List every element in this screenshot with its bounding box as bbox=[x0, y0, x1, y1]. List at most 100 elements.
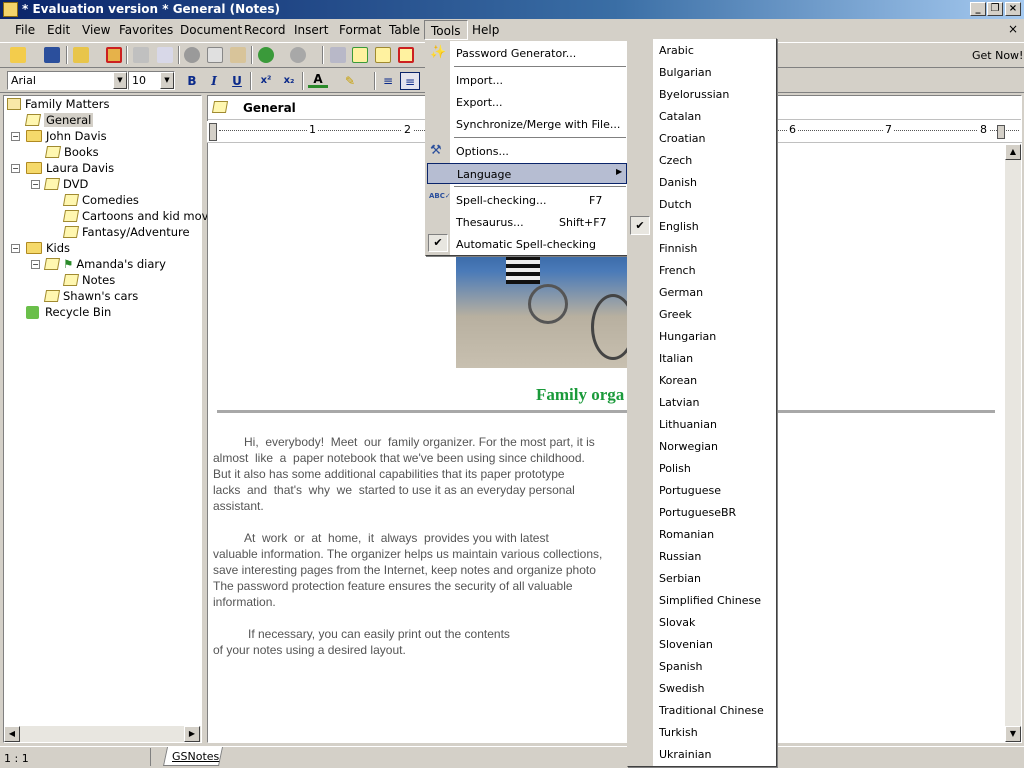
menu-edit[interactable]: Edit bbox=[47, 23, 70, 37]
tree-item-dvd[interactable]: DVD bbox=[43, 177, 88, 191]
language-item-croatian[interactable]: Croatian bbox=[659, 132, 706, 145]
save-icon[interactable] bbox=[44, 47, 60, 63]
language-item-polish[interactable]: Polish bbox=[659, 462, 691, 475]
language-item-dutch[interactable]: Dutch bbox=[659, 198, 692, 211]
underline-icon[interactable]: U bbox=[227, 72, 247, 90]
menu-record[interactable]: Record bbox=[244, 23, 285, 37]
language-item-turkish[interactable]: Turkish bbox=[659, 726, 698, 739]
language-item-catalan[interactable]: Catalan bbox=[659, 110, 701, 123]
language-item-norwegian[interactable]: Norwegian bbox=[659, 440, 718, 453]
menu-file[interactable]: File bbox=[15, 23, 35, 37]
language-item-french[interactable]: French bbox=[659, 264, 696, 277]
language-item-german[interactable]: German bbox=[659, 286, 703, 299]
restore-button[interactable]: ❐ bbox=[987, 2, 1003, 16]
language-item-traditional-chinese[interactable]: Traditional Chinese bbox=[659, 704, 764, 717]
menu-help[interactable]: Help bbox=[472, 23, 499, 37]
highlight-icon[interactable]: ✎ bbox=[340, 72, 360, 90]
tree-item-amandas-diary[interactable]: ⚑ Amanda's diary bbox=[43, 257, 166, 271]
language-item-greek[interactable]: Greek bbox=[659, 308, 692, 321]
close-button[interactable]: × bbox=[1005, 2, 1021, 16]
scroll-down-icon[interactable]: ▼ bbox=[1005, 726, 1021, 742]
tree-item-kids[interactable]: Kids bbox=[26, 241, 70, 255]
print-preview-icon[interactable] bbox=[157, 47, 173, 63]
paste-icon[interactable] bbox=[230, 47, 246, 63]
delete-folder-icon[interactable] bbox=[106, 47, 122, 63]
menu-item-password-generator[interactable]: Password Generator... bbox=[456, 47, 576, 60]
language-item-english[interactable]: English bbox=[659, 220, 699, 233]
indent-marker[interactable] bbox=[209, 123, 217, 141]
align-center-icon[interactable]: ≡ bbox=[400, 72, 420, 90]
tree-item-cartoons[interactable]: Cartoons and kid movies bbox=[62, 209, 225, 223]
size-dropdown-icon[interactable]: ▼ bbox=[160, 72, 174, 89]
menu-table[interactable]: Table bbox=[389, 23, 420, 37]
italic-icon[interactable]: I bbox=[204, 72, 224, 90]
menu-item-export[interactable]: Export... bbox=[456, 96, 503, 109]
font-size-combo[interactable]: 10 ▼ bbox=[128, 71, 175, 90]
copy-icon[interactable] bbox=[207, 47, 223, 63]
collapse-icon[interactable]: − bbox=[11, 164, 20, 173]
language-item-arabic[interactable]: Arabic bbox=[659, 44, 694, 57]
language-item-finnish[interactable]: Finnish bbox=[659, 242, 697, 255]
menu-tools[interactable]: Tools bbox=[424, 20, 468, 40]
edit-note-icon[interactable] bbox=[375, 47, 391, 63]
new-folder-icon[interactable] bbox=[73, 47, 89, 63]
language-item-ukrainian[interactable]: Ukrainian bbox=[659, 748, 711, 761]
font-combo[interactable]: Arial ▼ bbox=[7, 71, 128, 90]
open-icon[interactable] bbox=[10, 47, 26, 63]
tree-item-laura-davis[interactable]: Laura Davis bbox=[26, 161, 114, 175]
menu-insert[interactable]: Insert bbox=[294, 23, 328, 37]
language-item-czech[interactable]: Czech bbox=[659, 154, 692, 167]
minimize-button[interactable]: _ bbox=[970, 2, 986, 16]
menu-item-language[interactable]: Language ▶ bbox=[427, 163, 627, 184]
language-item-slovenian[interactable]: Slovenian bbox=[659, 638, 713, 651]
superscript-icon[interactable]: x² bbox=[256, 72, 276, 90]
menu-item-options[interactable]: Options... bbox=[456, 145, 509, 158]
new-note-icon[interactable] bbox=[352, 47, 368, 63]
forward-icon[interactable] bbox=[290, 47, 306, 63]
menu-item-thesaurus[interactable]: Thesaurus... bbox=[456, 216, 524, 229]
app-icon[interactable] bbox=[3, 2, 18, 17]
language-item-serbian[interactable]: Serbian bbox=[659, 572, 701, 585]
font-color-icon[interactable]: A bbox=[308, 72, 328, 88]
language-item-bulgarian[interactable]: Bulgarian bbox=[659, 66, 712, 79]
language-item-spanish[interactable]: Spanish bbox=[659, 660, 702, 673]
menu-view[interactable]: View bbox=[82, 23, 110, 37]
tree-item-comedies[interactable]: Comedies bbox=[62, 193, 139, 207]
language-item-latvian[interactable]: Latvian bbox=[659, 396, 699, 409]
print-icon[interactable] bbox=[133, 47, 149, 63]
language-item-russian[interactable]: Russian bbox=[659, 550, 701, 563]
tree-item-shawns-cars[interactable]: Shawn's cars bbox=[43, 289, 138, 303]
tree-item-john-davis[interactable]: John Davis bbox=[26, 129, 107, 143]
right-margin-marker[interactable] bbox=[997, 125, 1005, 139]
subscript-icon[interactable]: x₂ bbox=[279, 72, 299, 90]
language-item-danish[interactable]: Danish bbox=[659, 176, 697, 189]
language-item-portuguese[interactable]: Portuguese bbox=[659, 484, 721, 497]
bold-icon[interactable]: B bbox=[182, 72, 202, 90]
language-item-portuguesebr[interactable]: PortugueseBR bbox=[659, 506, 736, 519]
tree-item-books[interactable]: Books bbox=[44, 145, 99, 159]
menu-item-import[interactable]: Import... bbox=[456, 74, 503, 87]
language-item-simplified-chinese[interactable]: Simplified Chinese bbox=[659, 594, 761, 607]
language-item-korean[interactable]: Korean bbox=[659, 374, 697, 387]
collapse-icon[interactable]: − bbox=[11, 244, 20, 253]
cut-icon[interactable] bbox=[184, 47, 200, 63]
scroll-left-icon[interactable]: ◀ bbox=[4, 726, 20, 742]
collapse-icon[interactable]: − bbox=[11, 132, 20, 141]
menu-item-spell-checking[interactable]: Spell-checking... bbox=[456, 194, 547, 207]
language-item-swedish[interactable]: Swedish bbox=[659, 682, 705, 695]
delete-note-icon[interactable] bbox=[398, 47, 414, 63]
menu-document[interactable]: Document bbox=[180, 23, 242, 37]
get-now-link[interactable]: Get Now! bbox=[972, 49, 1023, 62]
scroll-right-icon[interactable]: ▶ bbox=[184, 726, 200, 742]
tree-hscroll[interactable] bbox=[4, 726, 201, 742]
editor-vscroll[interactable] bbox=[1005, 144, 1021, 742]
scroll-up-icon[interactable]: ▲ bbox=[1005, 144, 1021, 160]
tree-item-family-matters[interactable]: Family Matters bbox=[7, 97, 109, 111]
language-item-italian[interactable]: Italian bbox=[659, 352, 693, 365]
tree-item-fantasy[interactable]: Fantasy/Adventure bbox=[62, 225, 190, 239]
tree-item-notes[interactable]: Notes bbox=[62, 273, 115, 287]
font-dropdown-icon[interactable]: ▼ bbox=[113, 72, 127, 89]
language-item-romanian[interactable]: Romanian bbox=[659, 528, 714, 541]
menu-favorites[interactable]: Favorites bbox=[119, 23, 173, 37]
back-icon[interactable] bbox=[258, 47, 274, 63]
